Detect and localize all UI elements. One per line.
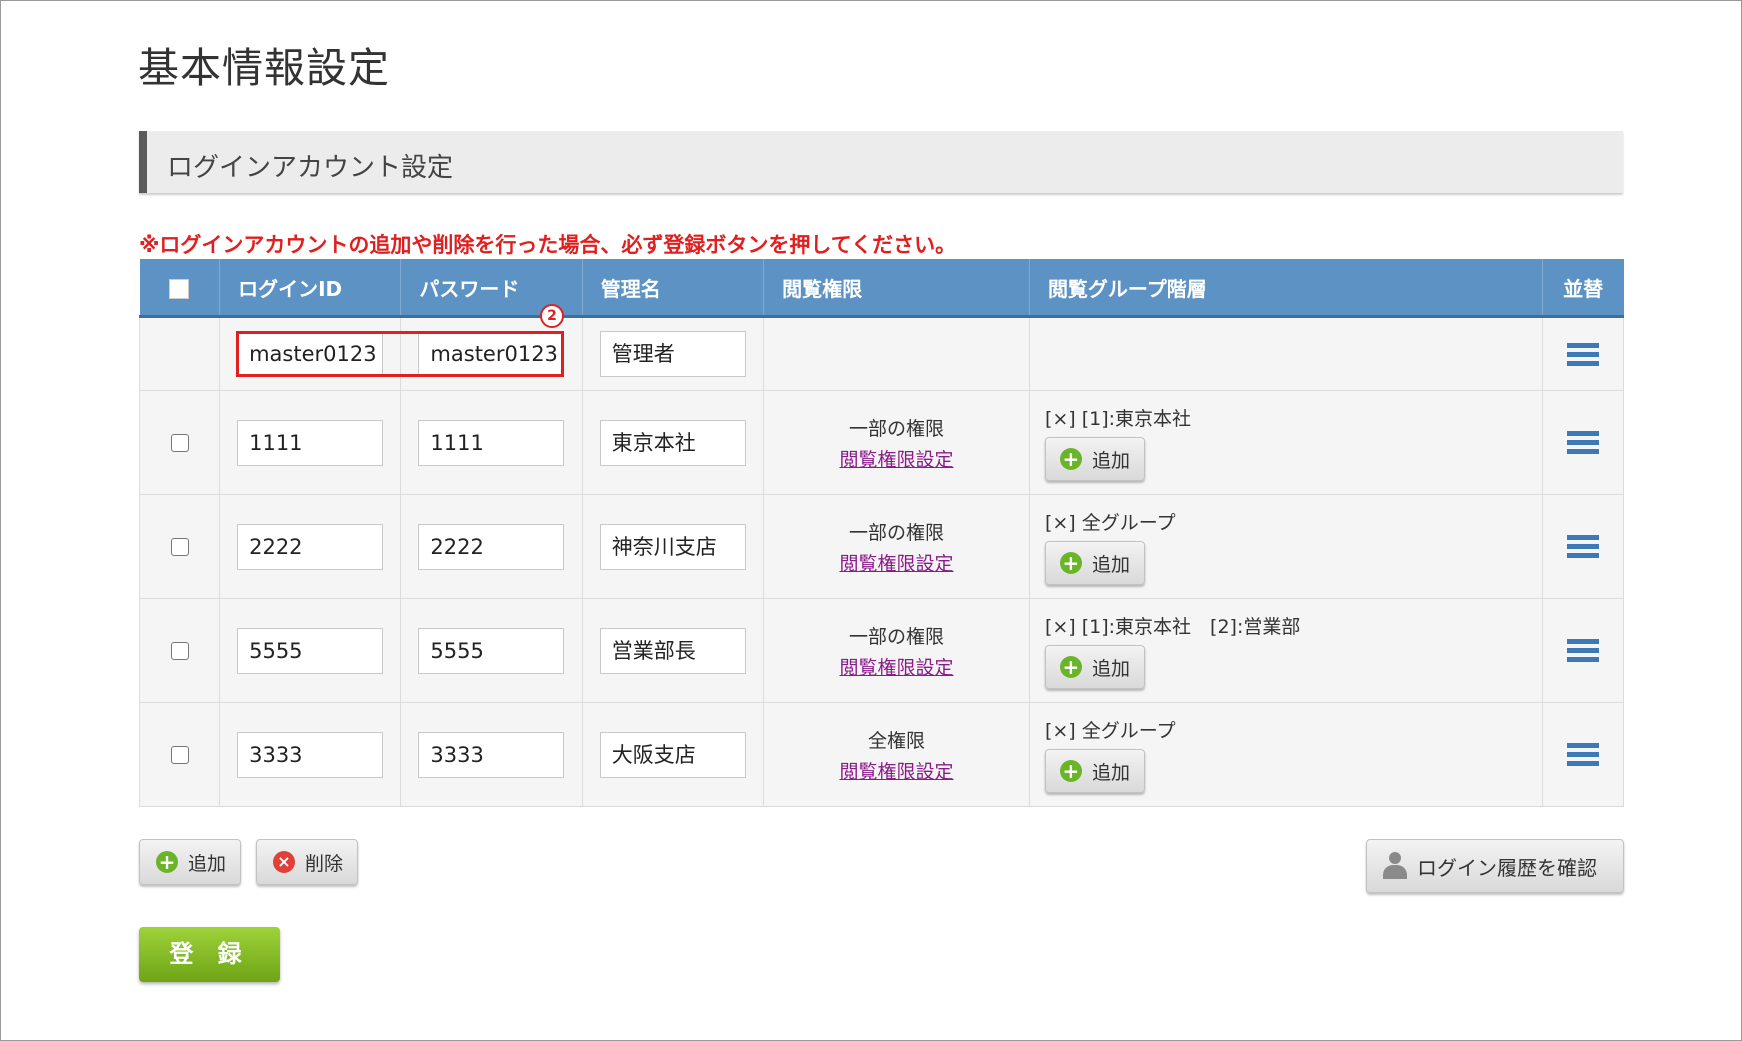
select-all-checkbox[interactable] xyxy=(169,278,190,299)
password-input[interactable]: 3333 xyxy=(418,731,565,778)
permission-label: 一部の権限 xyxy=(849,417,945,440)
permission-settings-link[interactable]: 閲覧権限設定 xyxy=(764,549,1029,576)
row-checkbox[interactable] xyxy=(170,641,189,660)
warning-message: ※ログインアカウントの追加や削除を行った場合、必ず登録ボタンを押してください。 xyxy=(139,233,957,257)
admin-name-input[interactable]: 大阪支店 xyxy=(599,731,746,778)
select-all-header xyxy=(139,259,221,318)
group-list: [×] 全グループ xyxy=(1044,720,1176,742)
login-id-input[interactable]: 3333 xyxy=(237,731,384,778)
group-list: [×] [1]:東京本社 [2]:営業部 xyxy=(1044,616,1301,638)
login-id-input[interactable]: 5555 xyxy=(237,627,384,674)
annotation-highlight-box xyxy=(236,331,564,377)
plus-icon: + xyxy=(1059,656,1082,678)
section-title: ログインアカウント設定 xyxy=(167,153,454,183)
delete-account-button[interactable]: × 削除 xyxy=(256,839,358,885)
row-checkbox[interactable] xyxy=(170,433,189,452)
annotation-step-badge: 2 xyxy=(540,304,564,328)
add-account-button[interactable]: + 追加 xyxy=(139,839,241,885)
row-checkbox[interactable] xyxy=(170,537,189,556)
table-row: 1111 1111 東京本社 一部の権限 閲覧権限設定 [×] [1]:東京本社… xyxy=(138,390,1625,495)
login-id-input[interactable]: 2222 xyxy=(237,523,384,570)
add-group-button[interactable]: + 追加 xyxy=(1044,749,1145,793)
permission-label: 一部の権限 xyxy=(849,625,945,648)
row-checkbox[interactable] xyxy=(170,745,189,764)
password-input[interactable]: 1111 xyxy=(418,419,565,466)
sort-handle-icon[interactable] xyxy=(1566,431,1599,454)
header-sort: 並替 xyxy=(1542,259,1624,318)
delete-icon: × xyxy=(273,851,295,873)
password-input[interactable]: 5555 xyxy=(418,627,565,674)
permission-settings-link[interactable]: 閲覧権限設定 xyxy=(764,445,1029,472)
header-view-group: 閲覧グループ階層 xyxy=(1029,259,1543,318)
add-group-button[interactable]: + 追加 xyxy=(1044,437,1145,481)
table-header-row: ログインID パスワード 管理名 閲覧権限 閲覧グループ階層 並替 xyxy=(139,259,1624,318)
table-row: 2222 2222 神奈川支店 一部の権限 閲覧権限設定 [×] 全グループ +… xyxy=(138,494,1625,599)
header-admin-name: 管理名 xyxy=(582,259,765,318)
sort-handle-icon[interactable] xyxy=(1566,639,1599,662)
admin-name-input[interactable]: 東京本社 xyxy=(599,419,746,466)
table-row: 5555 5555 営業部長 一部の権限 閲覧権限設定 [×] [1]:東京本社… xyxy=(138,598,1625,703)
permission-label: 全権限 xyxy=(868,729,926,752)
add-group-button[interactable]: + 追加 xyxy=(1044,541,1145,585)
register-button[interactable]: 登 録 xyxy=(139,927,280,982)
login-history-button[interactable]: ログイン履歴を確認 xyxy=(1366,839,1624,893)
user-icon xyxy=(1383,852,1407,880)
header-view-permission: 閲覧権限 xyxy=(763,259,1030,318)
header-login-id: ログインID xyxy=(219,259,402,318)
sort-handle-icon[interactable] xyxy=(1566,342,1599,366)
permission-label: 一部の権限 xyxy=(849,521,945,544)
login-id-input[interactable]: 1111 xyxy=(237,419,384,466)
password-input[interactable]: 2222 xyxy=(418,523,565,570)
group-list: [×] [1]:東京本社 xyxy=(1044,408,1192,430)
plus-icon: + xyxy=(156,851,178,873)
admin-name-input[interactable]: 管理者 xyxy=(599,331,746,377)
page-title: 基本情報設定 xyxy=(138,44,390,92)
admin-name-input[interactable]: 神奈川支店 xyxy=(599,523,746,570)
plus-icon: + xyxy=(1059,760,1082,782)
admin-name-input[interactable]: 営業部長 xyxy=(599,627,746,674)
section-header: ログインアカウント設定 xyxy=(139,131,1623,193)
permission-settings-link[interactable]: 閲覧権限設定 xyxy=(764,653,1029,680)
add-group-button[interactable]: + 追加 xyxy=(1044,645,1145,689)
plus-icon: + xyxy=(1059,552,1082,574)
permission-settings-link[interactable]: 閲覧権限設定 xyxy=(764,757,1029,784)
group-list: [×] 全グループ xyxy=(1044,512,1176,534)
sort-handle-icon[interactable] xyxy=(1566,535,1599,558)
table-row: 3333 3333 大阪支店 全権限 閲覧権限設定 [×] 全グループ + 追加 xyxy=(138,702,1625,807)
plus-icon: + xyxy=(1059,448,1082,470)
sort-handle-icon[interactable] xyxy=(1566,743,1599,766)
